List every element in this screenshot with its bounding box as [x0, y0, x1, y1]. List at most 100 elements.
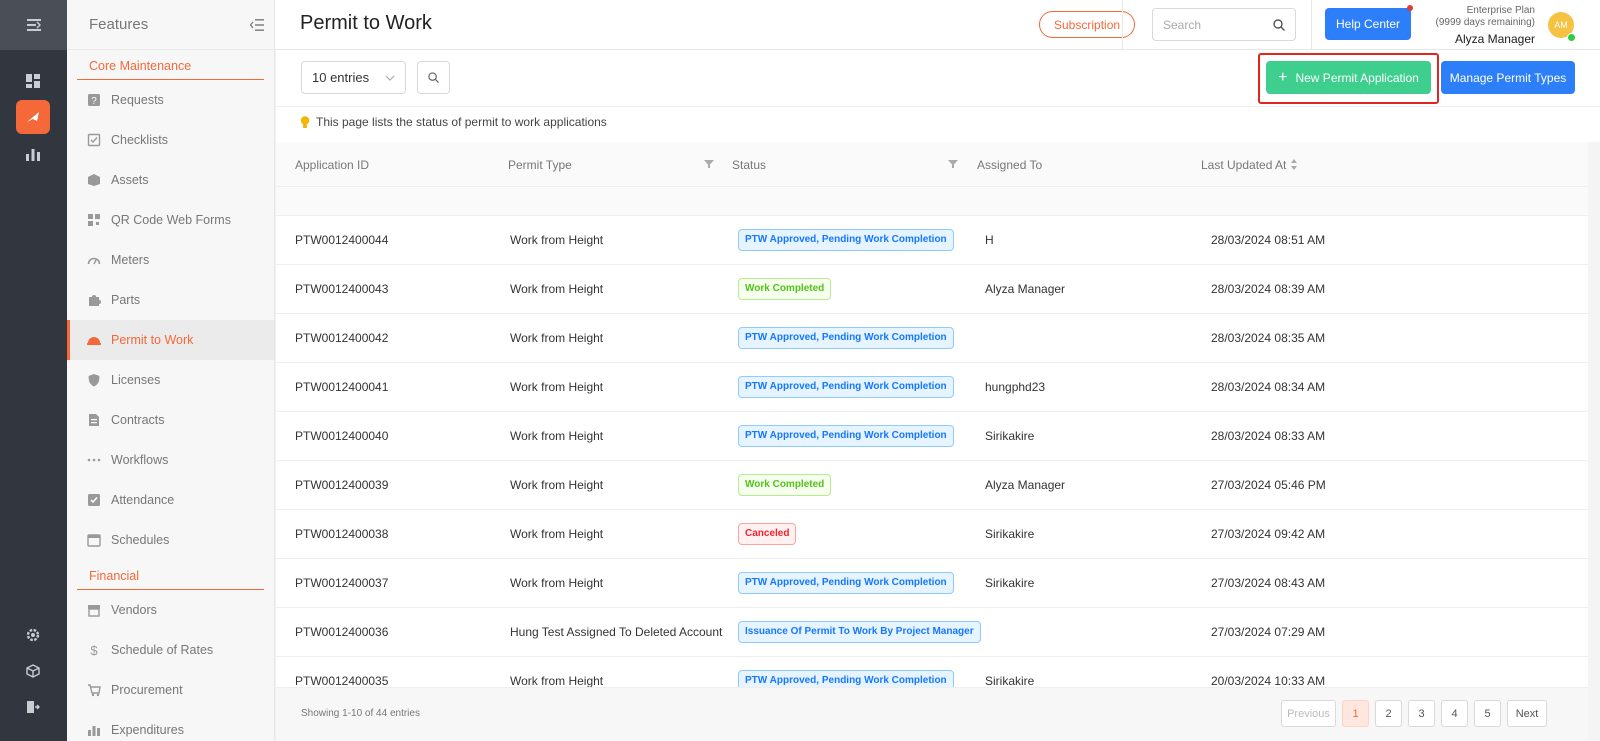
application-id-cell[interactable]: PTW0012400036 — [295, 608, 388, 656]
table-row[interactable]: PTW0012400043 Work from Height Work Comple… — [276, 265, 1588, 314]
check-square-icon — [87, 493, 101, 507]
settings-icon — [26, 628, 40, 642]
table-header: Application ID Permit Type Status Assign… — [276, 142, 1588, 187]
table-row[interactable]: PTW0012400042 Work from Height PTW Approve… — [276, 314, 1588, 363]
rail-logout-button[interactable] — [16, 690, 50, 724]
table-row[interactable]: PTW0012400036 Hung Test Assigned To Delet… — [276, 608, 1588, 657]
last-updated-cell: 27/03/2024 09:42 AM — [1211, 527, 1326, 541]
sidebar-item-requests[interactable]: ? Requests — [67, 80, 274, 120]
sidebar-item-attendance[interactable]: Attendance — [67, 480, 274, 520]
sidebar-item-schedules[interactable]: Schedules — [67, 520, 274, 560]
sidebar-item-licenses[interactable]: Licenses — [67, 360, 274, 400]
lightbulb-icon — [300, 115, 310, 128]
rail-permit-button[interactable] — [16, 100, 50, 134]
next-page-button[interactable]: Next — [1507, 700, 1547, 727]
search-box[interactable] — [1152, 8, 1296, 41]
search-icon[interactable] — [1273, 18, 1285, 31]
page-button-1[interactable]: 1 — [1342, 700, 1369, 727]
application-id-cell[interactable]: PTW0012400044 — [295, 216, 388, 264]
main-content: 10 entries + New Permit Application Mana… — [276, 50, 1600, 741]
status-cell: PTW Approved, Pending Work Completion — [738, 412, 954, 460]
permit-type-cell: Work from Height — [510, 478, 604, 492]
application-id-cell[interactable]: PTW0012400040 — [295, 412, 388, 460]
previous-page-button[interactable]: Previous — [1281, 700, 1336, 727]
column-header-status[interactable]: Status — [732, 142, 766, 187]
sidebar-item-permit-to-work[interactable]: Permit to Work — [67, 320, 274, 360]
new-permit-application-button[interactable]: + New Permit Application — [1266, 61, 1431, 94]
application-id-cell[interactable]: PTW0012400042 — [295, 314, 388, 362]
column-header-assigned-to[interactable]: Assigned To — [977, 142, 1042, 187]
table-row[interactable]: PTW0012400040 Work from Height PTW Approve… — [276, 412, 1588, 461]
application-id-cell[interactable]: PTW0012400038 — [295, 510, 388, 558]
sidebar-item-workflows[interactable]: Workflows — [67, 440, 274, 480]
online-status-dot — [1567, 33, 1576, 42]
manage-permit-types-button[interactable]: Manage Permit Types — [1441, 61, 1575, 94]
status-cell: PTW Approved, Pending Work Completion — [738, 363, 954, 411]
sidebar-item-contracts[interactable]: Contracts — [67, 400, 274, 440]
rail-modules-button[interactable] — [16, 654, 50, 688]
filter-icon[interactable] — [948, 158, 958, 170]
help-center-button[interactable]: Help Center — [1325, 8, 1411, 40]
filter-icon[interactable] — [704, 158, 714, 170]
last-updated-cell: 27/03/2024 07:29 AM — [1211, 625, 1326, 639]
page-button-4[interactable]: 4 — [1441, 700, 1468, 727]
status-badge: PTW Approved, Pending Work Completion — [738, 376, 954, 398]
entries-select[interactable]: 10 entries — [301, 61, 406, 94]
sidebar-item-procurement[interactable]: Procurement — [67, 670, 274, 710]
sidebar-item-checklists[interactable]: Checklists — [67, 120, 274, 160]
sidebar-item-expenditures[interactable]: Expenditures — [67, 710, 274, 741]
table-row[interactable]: PTW0012400039 Work from Height Work Comple… — [276, 461, 1588, 510]
sidebar-item-schedule-of-rates[interactable]: $ Schedule of Rates — [67, 630, 274, 670]
sidebar-item-qr-code-web-forms[interactable]: QR Code Web Forms — [67, 200, 274, 240]
table-row[interactable]: PTW0012400037 Work from Height PTW Approve… — [276, 559, 1588, 608]
page-button-3[interactable]: 3 — [1408, 700, 1435, 727]
column-header-application-id[interactable]: Application ID — [295, 142, 369, 187]
sidebar-item-meters[interactable]: Meters — [67, 240, 274, 280]
cube-icon — [26, 664, 40, 678]
info-note: This page lists the status of permit to … — [300, 115, 607, 129]
application-id-cell[interactable]: PTW0012400043 — [295, 265, 388, 313]
table-row[interactable]: PTW0012400038 Work from Height Canceled Sir… — [276, 510, 1588, 559]
status-badge: PTW Approved, Pending Work Completion — [738, 425, 954, 447]
permit-type-cell: Work from Height — [510, 576, 604, 590]
status-badge: PTW Approved, Pending Work Completion — [738, 327, 954, 349]
user-name[interactable]: Alyza Manager — [1425, 32, 1535, 46]
table-row[interactable]: PTW0012400041 Work from Height PTW Approve… — [276, 363, 1588, 412]
page-button-2[interactable]: 2 — [1375, 700, 1402, 727]
sidebar-item-label: Expenditures — [111, 723, 184, 737]
store-icon — [87, 603, 101, 617]
shield-icon — [87, 373, 101, 387]
application-id-cell[interactable]: PTW0012400039 — [295, 461, 388, 509]
chevron-down-icon — [385, 75, 395, 81]
sidebar-item-parts[interactable]: Parts — [67, 280, 274, 320]
sidebar-section-header: Financial — [77, 560, 264, 590]
rail-analytics-button[interactable] — [16, 137, 50, 171]
sidebar-item-assets[interactable]: Assets — [67, 160, 274, 200]
menu-toggle-button[interactable] — [0, 0, 67, 50]
table-row[interactable]: PTW0012400044 Work from Height PTW Approve… — [276, 216, 1588, 265]
last-updated-cell: 28/03/2024 08:35 AM — [1211, 331, 1326, 345]
page-button-5[interactable]: 5 — [1474, 700, 1501, 727]
column-header-permit-type[interactable]: Permit Type — [508, 142, 572, 187]
sort-icon[interactable] — [1290, 158, 1298, 171]
table-search-button[interactable] — [417, 61, 450, 94]
gauge-icon — [87, 253, 101, 267]
collapse-sidebar-icon[interactable] — [250, 18, 264, 31]
assigned-to-cell: hungphd23 — [985, 380, 1046, 394]
table-spacer-row — [276, 187, 1588, 216]
table-scrollbar[interactable] — [1588, 142, 1600, 741]
application-id-cell[interactable]: PTW0012400037 — [295, 559, 388, 607]
search-input[interactable] — [1163, 17, 1263, 32]
qr-code-icon — [87, 213, 101, 227]
rail-dashboard-button[interactable] — [16, 64, 50, 98]
rail-settings-button[interactable] — [16, 618, 50, 652]
last-updated-cell: 28/03/2024 08:34 AM — [1211, 380, 1326, 394]
assigned-to-cell: Alyza Manager — [985, 282, 1066, 296]
page-title: Permit to Work — [300, 12, 432, 34]
subscription-button[interactable]: Subscription — [1039, 11, 1136, 38]
sidebar-item-vendors[interactable]: Vendors — [67, 590, 274, 630]
application-id-cell[interactable]: PTW0012400041 — [295, 363, 388, 411]
assigned-to-cell: H — [985, 233, 994, 247]
svg-text:?: ? — [91, 96, 97, 107]
column-header-last-updated[interactable]: Last Updated At — [1201, 142, 1286, 187]
